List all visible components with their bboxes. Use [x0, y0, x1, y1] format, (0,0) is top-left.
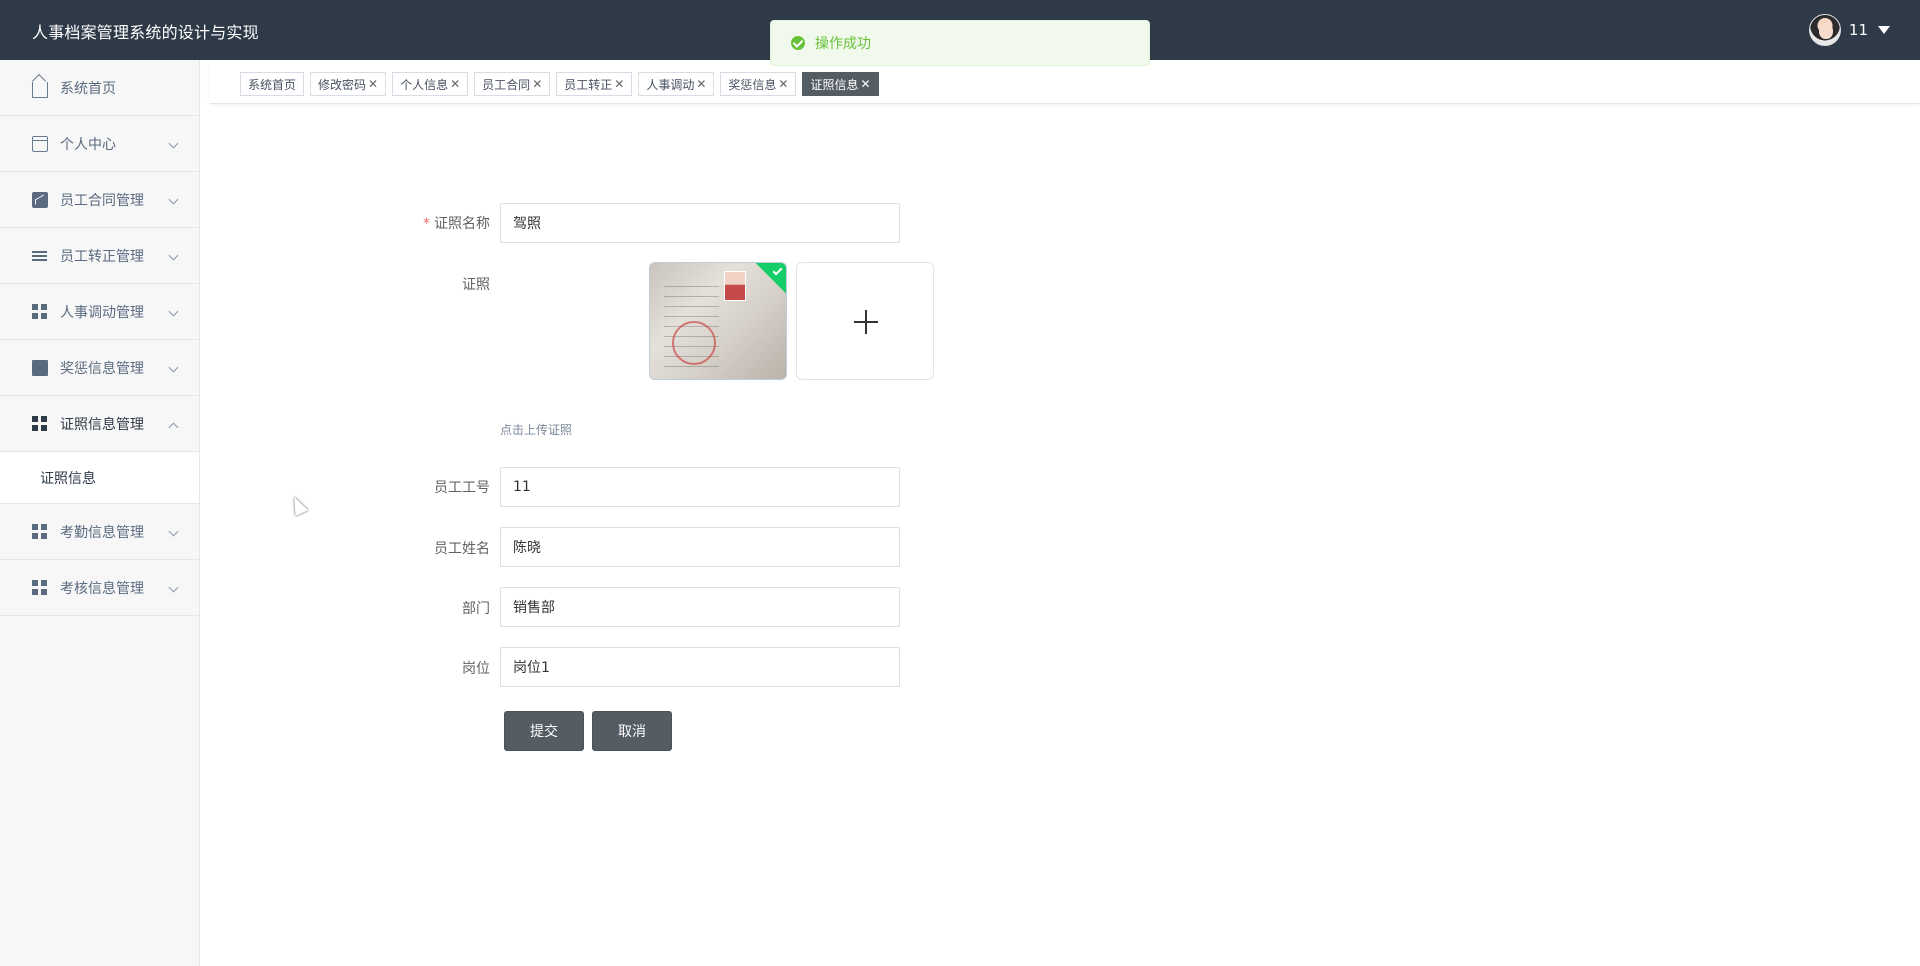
- success-toast: 操作成功: [770, 20, 1150, 66]
- grid-icon: [32, 415, 48, 432]
- cert-name-input[interactable]: [500, 203, 900, 243]
- chevron-down-icon: [168, 582, 179, 593]
- chevron-down-icon: [168, 194, 179, 205]
- sidebar-item-label: 证照信息管理: [60, 416, 144, 433]
- sidebar-item-assessment[interactable]: 考核信息管理: [0, 560, 199, 616]
- sidebar-item-transfer[interactable]: 人事调动管理: [0, 284, 199, 340]
- close-icon[interactable]: ✕: [696, 77, 706, 91]
- sidebar-item-label: 奖惩信息管理: [60, 360, 144, 377]
- chevron-down-icon: [168, 250, 179, 261]
- employee-id-input[interactable]: [500, 467, 900, 507]
- cert-image-label: 证照: [462, 277, 490, 293]
- sidebar-item-rewards[interactable]: 奖惩信息管理: [0, 340, 199, 396]
- tab-transfer[interactable]: 人事调动 ✕: [638, 72, 715, 96]
- upload-button[interactable]: [796, 262, 934, 380]
- success-corner-badge: [754, 263, 786, 295]
- submit-button[interactable]: 提交: [504, 711, 584, 751]
- monitor-icon: [32, 359, 48, 376]
- tab-label: 修改密码: [318, 77, 367, 92]
- required-star: *: [423, 216, 430, 232]
- sidebar-item-label: 员工合同管理: [60, 192, 144, 209]
- sidebar-item-contract[interactable]: 员工合同管理: [0, 172, 199, 228]
- toast-message: 操作成功: [815, 36, 871, 52]
- sidebar-item-certificates[interactable]: 证照信息管理: [0, 396, 199, 452]
- tags-view-bar: 系统首页 修改密码 ✕ 个人信息 ✕ 员工合同 ✕ 员工转正 ✕ 人事调动 ✕ …: [210, 60, 1920, 104]
- id-photo: [724, 271, 746, 301]
- close-icon[interactable]: ✕: [614, 77, 624, 91]
- department-input[interactable]: [500, 587, 900, 627]
- close-icon[interactable]: ✕: [368, 77, 378, 91]
- tab-label: 员工转正: [564, 77, 613, 92]
- chevron-down-icon: [168, 362, 179, 373]
- card-icon: [32, 135, 48, 152]
- tab-rewards[interactable]: 奖惩信息 ✕: [720, 72, 797, 96]
- grid-icon: [32, 303, 48, 320]
- tab-regularization[interactable]: 员工转正 ✕: [556, 72, 633, 96]
- app-title: 人事档案管理系统的设计与实现: [32, 23, 259, 42]
- position-label: 岗位: [462, 661, 490, 677]
- tab-list: 系统首页 修改密码 ✕ 个人信息 ✕ 员工合同 ✕ 员工转正 ✕ 人事调动 ✕ …: [240, 72, 879, 96]
- tab-label: 人事调动: [646, 77, 695, 92]
- chevron-down-icon: [168, 306, 179, 317]
- sidebar-item-label: 考勤信息管理: [60, 524, 144, 541]
- close-icon[interactable]: ✕: [450, 77, 460, 91]
- username[interactable]: 11: [1849, 21, 1868, 39]
- tab-label: 奖惩信息: [728, 77, 777, 92]
- sidebar-item-home[interactable]: 系统首页: [0, 60, 199, 116]
- tab-label: 系统首页: [248, 77, 297, 92]
- chevron-up-icon: [168, 422, 179, 433]
- close-icon[interactable]: ✕: [778, 77, 788, 91]
- sidebar-item-personal-center[interactable]: 个人中心: [0, 116, 199, 172]
- sidebar-subitem-certificate-info[interactable]: 证照信息: [0, 452, 199, 504]
- chart-icon: [32, 191, 48, 208]
- tab-certificate-info[interactable]: 证照信息 ✕: [802, 72, 879, 96]
- sidebar-item-label: 员工转正管理: [60, 248, 144, 265]
- tab-personal-info[interactable]: 个人信息 ✕: [392, 72, 469, 96]
- cancel-button[interactable]: 取消: [592, 711, 672, 751]
- cert-name-label-text: 证照名称: [434, 216, 490, 232]
- tab-label: 证照信息: [810, 77, 859, 92]
- user-menu[interactable]: 11: [1808, 14, 1890, 46]
- list-icon: [32, 248, 48, 264]
- grid-icon: [32, 523, 48, 540]
- success-check-icon: [791, 36, 805, 50]
- sidebar-item-label: 考核信息管理: [60, 580, 144, 597]
- employee-name-input[interactable]: [500, 527, 900, 567]
- uploaded-cert-image[interactable]: [649, 262, 787, 380]
- close-icon[interactable]: ✕: [532, 77, 542, 91]
- upload-tip[interactable]: 点击上传证照: [500, 421, 572, 438]
- sidebar-subitem-label: 证照信息: [40, 470, 96, 487]
- tab-label: 个人信息: [400, 77, 449, 92]
- employee-id-label: 员工工号: [434, 480, 490, 496]
- tab-home[interactable]: 系统首页: [240, 72, 305, 96]
- position-input[interactable]: [500, 647, 900, 687]
- chevron-down-icon: [168, 138, 179, 149]
- tab-contract[interactable]: 员工合同 ✕: [474, 72, 551, 96]
- sidebar-item-regularization[interactable]: 员工转正管理: [0, 228, 199, 284]
- cert-name-label: * 证照名称: [340, 213, 490, 233]
- chevron-down-icon: [168, 526, 179, 537]
- grid-icon: [32, 579, 48, 596]
- sidebar-item-attendance[interactable]: 考勤信息管理: [0, 504, 199, 560]
- red-stamp: [672, 321, 716, 365]
- caret-down-icon[interactable]: [1878, 26, 1890, 34]
- employee-name-label: 员工姓名: [434, 541, 490, 557]
- mouse-cursor-icon: [287, 493, 309, 517]
- department-label: 部门: [462, 601, 490, 617]
- sidebar-item-label: 系统首页: [60, 80, 116, 97]
- sidebar-item-label: 人事调动管理: [60, 304, 144, 321]
- avatar[interactable]: [1808, 14, 1841, 46]
- sidebar: 系统首页 个人中心 员工合同管理 员工转正管理 人事调动管理 奖惩信息管理 证照…: [0, 60, 200, 966]
- tab-label: 员工合同: [482, 77, 531, 92]
- plus-icon: [854, 310, 878, 334]
- home-icon: [32, 82, 48, 98]
- sidebar-item-label: 个人中心: [60, 136, 116, 153]
- tab-change-password[interactable]: 修改密码 ✕: [310, 72, 387, 96]
- close-icon[interactable]: ✕: [861, 77, 871, 91]
